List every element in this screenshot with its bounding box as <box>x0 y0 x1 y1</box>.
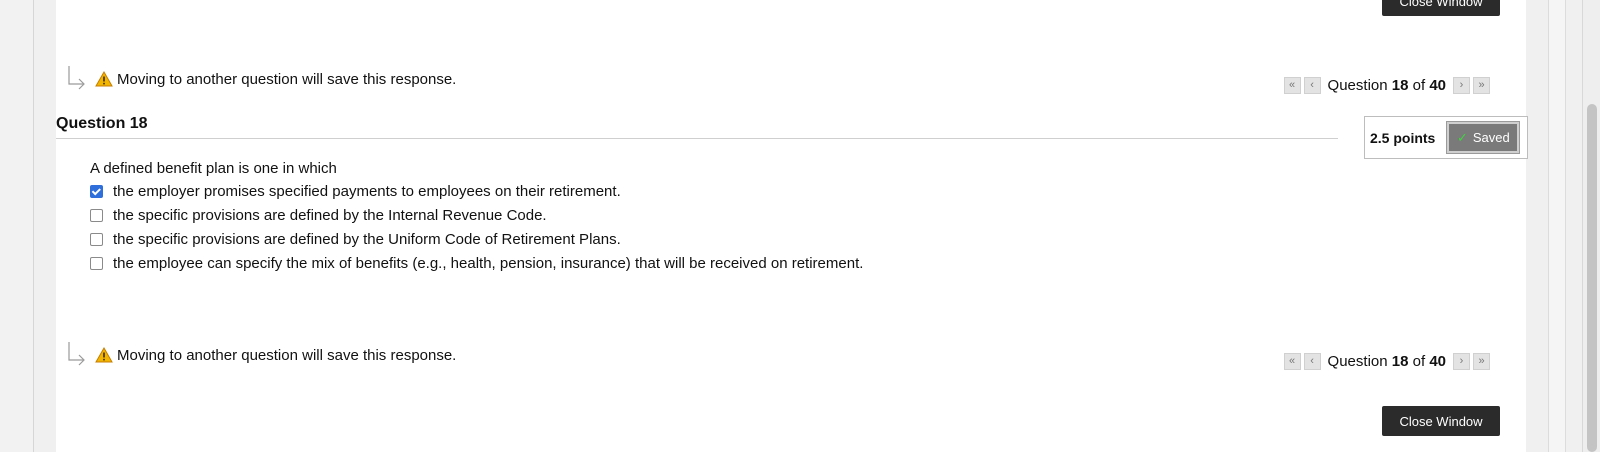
double-chevron-right-icon[interactable]: » <box>1473 76 1490 94</box>
option-label[interactable]: the specific provisions are defined by t… <box>113 207 547 224</box>
save-warning-top: Moving to another question will save thi… <box>67 64 456 94</box>
warning-text: Moving to another question will save thi… <box>117 346 457 364</box>
question-header: Question 18 <box>56 115 1338 139</box>
scrollbar-track[interactable] <box>1548 0 1566 452</box>
points-value: 2.5 points <box>1370 129 1436 146</box>
question-stem: A defined benefit plan is one in which <box>90 160 337 177</box>
option-label[interactable]: the specific provisions are defined by t… <box>113 231 621 248</box>
answer-option[interactable]: the employer promises specified payments… <box>90 179 863 203</box>
answer-option[interactable]: the employee can specify the mix of bene… <box>90 251 863 275</box>
warning-triangle-icon <box>95 71 113 87</box>
option-checkbox[interactable] <box>90 208 103 222</box>
answer-options: the employer promises specified payments… <box>90 179 863 275</box>
saved-label: Saved <box>1472 130 1510 145</box>
chevron-left-icon[interactable]: ‹ <box>1303 352 1321 370</box>
save-warning-bottom: Moving to another question will save thi… <box>67 340 456 370</box>
option-checkbox[interactable] <box>90 232 103 246</box>
answer-option[interactable]: the specific provisions are defined by t… <box>90 203 863 227</box>
warning-text: Moving to another question will save thi… <box>117 70 457 88</box>
question-counter: Question 18 of 40 <box>1327 352 1446 370</box>
option-checkbox[interactable] <box>90 184 103 198</box>
answer-option[interactable]: the specific provisions are defined by t… <box>90 227 863 251</box>
reply-arrow-icon <box>68 66 85 90</box>
question-title: Question 18 <box>56 115 148 132</box>
reply-arrow-icon <box>68 342 85 366</box>
chevron-right-icon[interactable]: › <box>1453 76 1470 94</box>
chevron-left-icon[interactable]: ‹ <box>1303 76 1321 94</box>
chevron-right-icon[interactable]: › <box>1453 352 1470 370</box>
close-window-button-top[interactable]: Close Window <box>1382 0 1500 16</box>
points-box: 2.5 points ✓ Saved <box>1364 116 1528 159</box>
left-gutter <box>0 0 34 452</box>
option-label[interactable]: the employer promises specified payments… <box>113 183 621 200</box>
option-label[interactable]: the employee can specify the mix of bene… <box>113 255 863 272</box>
scrollbar-thumb[interactable] <box>1587 104 1597 452</box>
checkmark-icon: ✓ <box>1456 129 1468 145</box>
question-navigation-top: « ‹ Question 18 of 40 › » <box>1283 74 1490 96</box>
double-chevron-left-icon[interactable]: « <box>1283 352 1301 370</box>
option-checkbox[interactable] <box>90 256 103 270</box>
question-counter: Question 18 of 40 <box>1327 76 1446 94</box>
double-chevron-right-icon[interactable]: » <box>1473 352 1490 370</box>
saved-status-badge: ✓ Saved <box>1446 121 1521 154</box>
close-window-button[interactable]: Close Window <box>1382 406 1500 436</box>
double-chevron-left-icon[interactable]: « <box>1283 76 1301 94</box>
question-navigation-bottom: « ‹ Question 18 of 40 › » <box>1283 350 1490 372</box>
warning-triangle-icon <box>95 347 113 363</box>
